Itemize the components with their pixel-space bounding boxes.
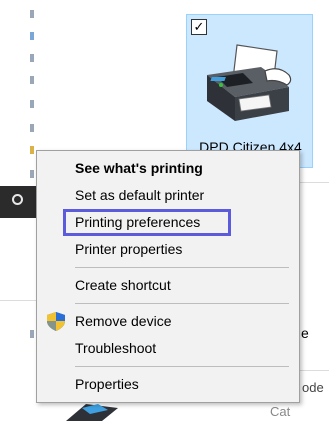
menu-item-troubleshoot[interactable]: Troubleshoot [37, 335, 299, 362]
menu-item-printing-preferences[interactable]: Printing preferences [37, 209, 299, 236]
menu-item-create-shortcut[interactable]: Create shortcut [37, 272, 299, 299]
devices-and-printers-view: ✓ DPD Citizen 4x4 e ode Cat See what's p… [0, 0, 329, 421]
highlight-box [63, 209, 231, 236]
printer-tile[interactable]: ✓ DPD Citizen 4x4 [186, 14, 313, 168]
menu-item-see-whats-printing[interactable]: See what's printing [37, 155, 299, 182]
context-menu: See what's printing Set as default print… [36, 150, 300, 403]
search-icon [12, 194, 23, 205]
divider [0, 300, 36, 301]
background-text-fragment: e [301, 325, 309, 341]
menu-item-label: Printer properties [75, 241, 183, 257]
menu-item-label: Properties [75, 376, 139, 392]
menu-item-label: Create shortcut [75, 277, 171, 293]
menu-item-label: Troubleshoot [75, 340, 157, 356]
background-text-fragment: ode [302, 380, 324, 395]
divider [300, 370, 329, 371]
menu-separator [75, 366, 289, 367]
menu-item-properties[interactable]: Properties [37, 371, 299, 398]
background-text-fragment: Cat [270, 404, 291, 419]
search-bar-fragment[interactable] [0, 186, 40, 218]
menu-item-printer-properties[interactable]: Printer properties [37, 236, 299, 263]
menu-item-label: Set as default printer [75, 187, 205, 203]
divider [300, 182, 329, 183]
menu-separator [75, 267, 289, 268]
fax-printer-icon [199, 41, 299, 136]
menu-separator [75, 303, 289, 304]
menu-item-label: See what's printing [75, 160, 203, 176]
selection-checkbox[interactable]: ✓ [191, 19, 207, 35]
menu-item-remove-device[interactable]: Remove device [37, 308, 299, 335]
menu-item-set-default-printer[interactable]: Set as default printer [37, 182, 299, 209]
menu-item-label: Remove device [75, 313, 172, 329]
